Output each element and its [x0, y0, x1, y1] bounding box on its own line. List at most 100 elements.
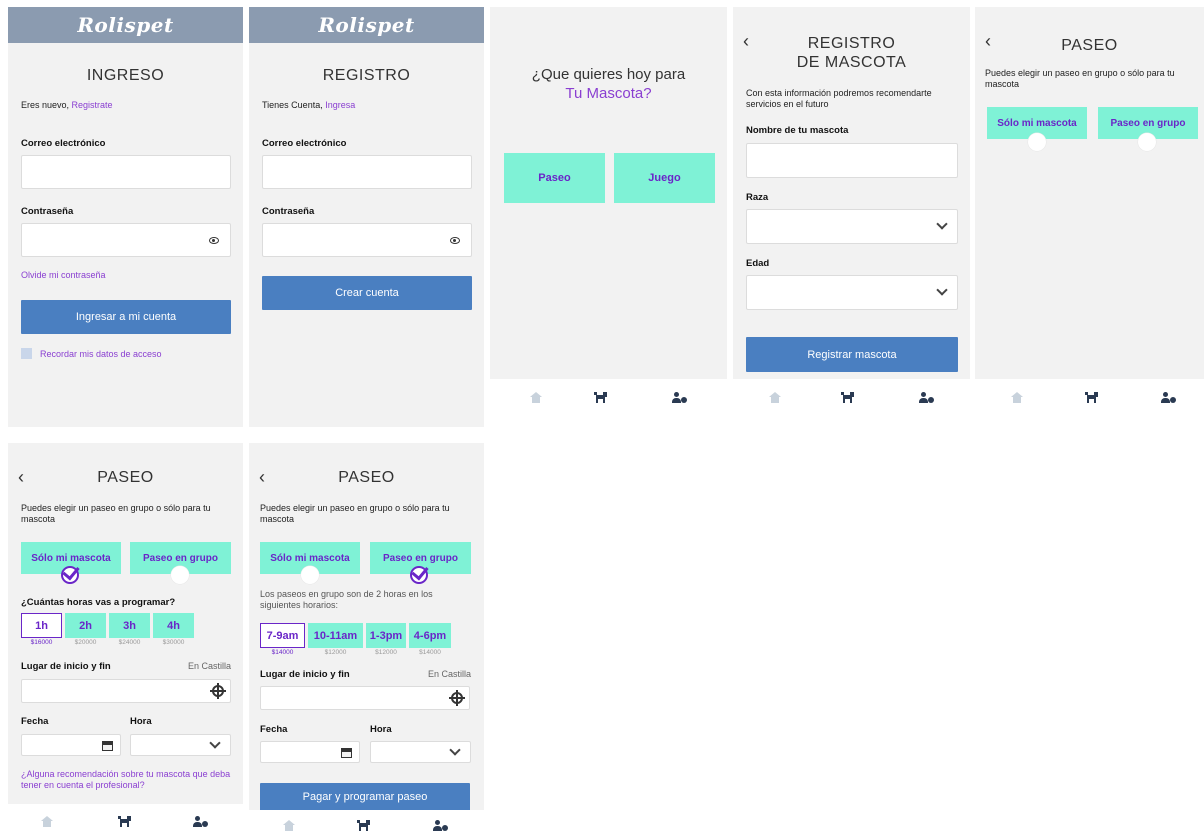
check-icon[interactable]	[410, 566, 428, 584]
group-schedule-note: Los paseos en grupo son de 2 horas en lo…	[260, 589, 433, 610]
date-label: Fecha	[21, 716, 49, 727]
home-icon[interactable]	[41, 816, 53, 827]
user-settings-icon[interactable]	[919, 392, 935, 404]
register-prompt-text: Eres nuevo,	[21, 100, 70, 110]
hour-option-1h[interactable]: 1h	[21, 613, 62, 638]
login-link[interactable]: Ingresa	[325, 100, 355, 110]
walk-option-button[interactable]: Paseo	[504, 153, 605, 203]
create-account-button[interactable]: Crear cuenta	[262, 276, 472, 310]
remember-label: Recordar mis datos de acceso	[40, 349, 162, 359]
dog-icon[interactable]	[1085, 392, 1099, 404]
home-icon[interactable]	[769, 392, 781, 403]
password-label: Contraseña	[21, 206, 74, 217]
email-label: Correo electrónico	[21, 138, 106, 149]
forgot-password-link[interactable]: Olvide mi contraseña	[21, 270, 106, 281]
user-settings-icon[interactable]	[433, 820, 449, 832]
page-title: INGRESO	[86, 67, 165, 84]
hour-option-2h[interactable]: 2h	[65, 613, 106, 638]
time-select[interactable]	[370, 741, 471, 763]
age-select[interactable]	[746, 275, 958, 310]
user-settings-icon[interactable]	[1161, 392, 1177, 404]
solo-walk-toggle[interactable]	[301, 566, 319, 584]
home-question-text: ¿Que quieres hoy para	[531, 66, 686, 83]
place-label: Lugar de inicio y fin	[260, 669, 350, 680]
location-icon[interactable]	[210, 683, 226, 699]
pet-name-label: Nombre de tu mascota	[746, 125, 849, 136]
slot-option[interactable]: 1-3pm	[366, 623, 406, 648]
home-icon[interactable]	[1011, 392, 1023, 403]
dog-icon[interactable]	[841, 392, 855, 404]
eye-icon[interactable]	[450, 237, 460, 244]
calendar-icon[interactable]	[341, 748, 352, 758]
user-settings-icon[interactable]	[672, 392, 688, 404]
email-label: Correo electrónico	[262, 138, 347, 149]
walk-intro: Puedes elegir un paseo en grupo o sólo p…	[21, 503, 211, 524]
register-link[interactable]: Registrate	[72, 100, 113, 110]
remember-checkbox[interactable]	[21, 348, 32, 359]
register-pet-button[interactable]: Registrar mascota	[746, 337, 958, 372]
age-label: Edad	[746, 258, 770, 269]
user-settings-icon[interactable]	[193, 816, 209, 828]
slot-option[interactable]: 7-9am	[260, 623, 305, 648]
password-field[interactable]	[21, 223, 231, 257]
slot-price: $14000	[271, 649, 294, 656]
login-screen: Rolispet INGRESO Eres nuevo, Registrate …	[8, 7, 243, 427]
email-field[interactable]	[21, 155, 231, 189]
walk-screen-group: ‹ PASEO Puedes elegir un paseo en grupo …	[249, 443, 484, 840]
time-select[interactable]	[130, 734, 231, 756]
page-title-line2: DE MASCOTA	[796, 54, 907, 71]
check-icon[interactable]	[61, 566, 79, 584]
home-question-highlight: Tu Mascota?	[565, 85, 652, 102]
page-title-line1: REGISTRO	[807, 35, 896, 52]
hour-option-4h[interactable]: 4h	[153, 613, 194, 638]
slot-option[interactable]: 4-6pm	[409, 623, 451, 648]
solo-walk-toggle[interactable]	[1028, 133, 1046, 151]
hour-price: $24000	[118, 639, 141, 646]
date-field[interactable]	[260, 741, 360, 763]
slot-price: $12000	[375, 649, 397, 656]
play-option-button[interactable]: Juego	[614, 153, 715, 203]
chevron-down-icon	[936, 218, 948, 230]
pay-schedule-button[interactable]: Pagar y programar paseo	[260, 783, 470, 811]
hour-price: $16000	[30, 639, 53, 646]
slot-option[interactable]: 10-11am	[308, 623, 363, 648]
slot-price: $12000	[324, 649, 347, 656]
brand-bar: Rolispet	[8, 7, 243, 43]
bottom-nav	[975, 379, 1204, 427]
location-icon[interactable]	[449, 690, 465, 706]
calendar-icon[interactable]	[102, 741, 113, 751]
place-field[interactable]	[260, 686, 470, 710]
login-button[interactable]: Ingresar a mi cuenta	[21, 300, 231, 334]
place-label: Lugar de inicio y fin	[21, 661, 111, 672]
hour-option-3h[interactable]: 3h	[109, 613, 150, 638]
recommendation-prompt[interactable]: ¿Alguna recomendación sobre tu mascota q…	[21, 769, 233, 791]
breed-select[interactable]	[746, 209, 958, 244]
dog-icon[interactable]	[357, 820, 371, 832]
dog-icon[interactable]	[118, 816, 132, 828]
walk-screen-solo: ‹ PASEO Puedes elegir un paseo en grupo …	[8, 443, 243, 840]
hour-price: $30000	[162, 639, 185, 646]
home-icon[interactable]	[530, 392, 542, 403]
dog-icon[interactable]	[594, 392, 608, 404]
home-screen: ¿Que quieres hoy para Tu Mascota? Paseo …	[490, 7, 727, 427]
email-field[interactable]	[262, 155, 472, 189]
date-field[interactable]	[21, 734, 121, 756]
eye-icon[interactable]	[209, 237, 219, 244]
bottom-nav	[490, 379, 727, 427]
password-field[interactable]	[262, 223, 472, 257]
chevron-down-icon	[936, 284, 948, 296]
place-value: En Castilla	[427, 669, 471, 679]
page-title: PASEO	[338, 469, 395, 486]
hours-question: ¿Cuántas horas vas a programar?	[21, 597, 176, 608]
group-walk-toggle[interactable]	[1138, 133, 1156, 151]
group-walk-toggle[interactable]	[171, 566, 189, 584]
place-field[interactable]	[21, 679, 231, 703]
page-title: REGISTRO DE MASCOTA	[733, 34, 970, 72]
walk-intro: Puedes elegir un paseo en grupo o sólo p…	[985, 68, 1175, 89]
hour-price: $20000	[74, 639, 97, 646]
brand-logo: Rolispet	[318, 13, 415, 37]
register-screen: Rolispet REGISTRO Tienes Cuenta, Ingresa…	[249, 7, 484, 427]
pet-name-field[interactable]	[746, 143, 958, 178]
chevron-down-icon	[209, 737, 221, 749]
home-icon[interactable]	[283, 820, 295, 831]
